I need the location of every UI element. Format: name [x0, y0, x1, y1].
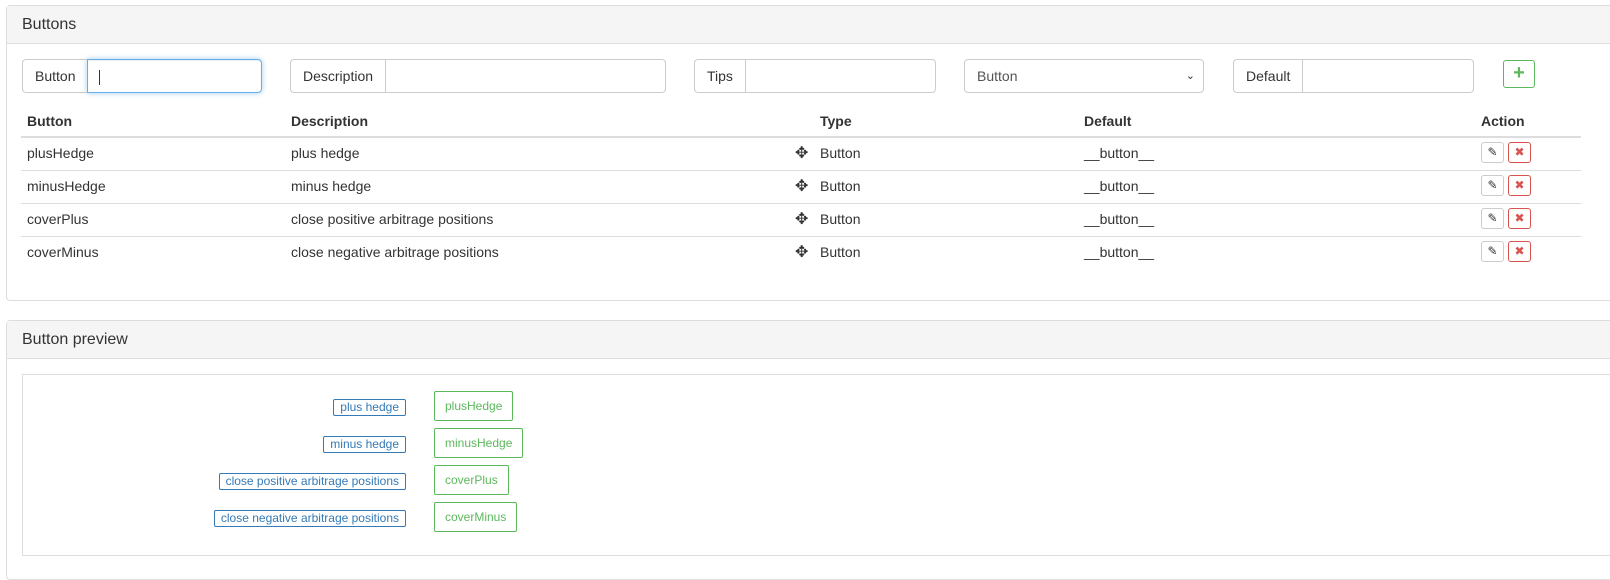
edit-button[interactable]: ✎: [1481, 207, 1504, 229]
default-input-group: Default: [1233, 59, 1475, 93]
header-description: Description: [291, 113, 369, 129]
default-field-label: Default: [1233, 59, 1303, 93]
pencil-icon: ✎: [1487, 177, 1498, 192]
plus-icon: +: [1513, 62, 1525, 84]
header-button: Button: [27, 113, 73, 129]
header-default: Default: [1084, 113, 1132, 129]
default-input[interactable]: [1302, 59, 1475, 93]
row-actions: ✎ ✖: [1481, 138, 1535, 169]
edit-button[interactable]: ✎: [1481, 141, 1504, 163]
type-select-value: Button: [977, 68, 1018, 84]
preview-button[interactable]: coverMinus: [434, 502, 518, 532]
edit-button[interactable]: ✎: [1481, 240, 1504, 262]
row-description: close negative arbitrage positions: [291, 244, 499, 260]
preview-panel: Button preview plus hedge plusHedge minu…: [6, 320, 1610, 580]
move-icon[interactable]: ✥: [795, 204, 808, 235]
row-description: close positive arbitrage positions: [291, 211, 494, 227]
tips-input[interactable]: [744, 59, 936, 93]
close-icon: ✖: [1514, 210, 1525, 225]
preview-button[interactable]: plusHedge: [434, 391, 514, 421]
row-description: minus hedge: [291, 178, 372, 194]
text-caret: [99, 69, 101, 85]
button-input-group: Button: [22, 59, 263, 93]
row-actions: ✎ ✖: [1481, 171, 1535, 202]
close-icon: ✖: [1514, 144, 1525, 159]
preview-box: plus hedge plusHedge minus hedge minusHe…: [22, 374, 1610, 556]
row-button-name: plusHedge: [27, 145, 94, 161]
row-default: __button__: [1084, 145, 1155, 161]
table-row: coverPlus close positive arbitrage posit…: [21, 204, 1581, 237]
edit-button[interactable]: ✎: [1481, 174, 1504, 196]
close-icon: ✖: [1514, 177, 1525, 192]
preview-row: minus hedge minusHedge: [23, 428, 623, 462]
tips-input-group: Tips: [694, 59, 936, 93]
delete-button[interactable]: ✖: [1508, 240, 1531, 262]
description-field-label: Description: [290, 59, 386, 93]
chevron-down-icon: ⌄: [1185, 70, 1195, 82]
row-type: Button: [820, 178, 861, 194]
preview-row: plus hedge plusHedge: [23, 391, 623, 425]
table-row: minusHedge minus hedge ✥ Button __button…: [21, 171, 1581, 204]
row-button-name: coverMinus: [27, 244, 99, 260]
preview-label: close positive arbitrage positions: [218, 473, 406, 490]
preview-button[interactable]: coverPlus: [434, 465, 509, 495]
row-default: __button__: [1084, 244, 1155, 260]
type-select[interactable]: Button ⌄: [964, 59, 1204, 93]
preview-label: minus hedge: [323, 436, 406, 453]
delete-button[interactable]: ✖: [1508, 141, 1531, 163]
row-type: Button: [820, 145, 861, 161]
description-input-group: Description: [290, 59, 667, 93]
row-type: Button: [820, 211, 861, 227]
row-button-name: minusHedge: [27, 178, 106, 194]
row-description: plus hedge: [291, 145, 360, 161]
row-button-name: coverPlus: [27, 211, 89, 227]
add-button[interactable]: +: [1503, 60, 1535, 88]
button-field-label: Button: [22, 59, 88, 93]
header-action: Action: [1481, 113, 1525, 129]
description-input[interactable]: [385, 59, 667, 93]
button-name-input[interactable]: [87, 59, 263, 93]
preview-row: close negative arbitrage positions cover…: [23, 502, 623, 536]
tips-field-label: Tips: [694, 59, 745, 93]
close-icon: ✖: [1514, 243, 1525, 258]
row-default: __button__: [1084, 178, 1155, 194]
move-icon[interactable]: ✥: [795, 237, 808, 268]
pencil-icon: ✎: [1487, 243, 1498, 258]
preview-label: close negative arbitrage positions: [213, 510, 406, 527]
move-icon[interactable]: ✥: [795, 171, 808, 202]
buttons-table: Button Description Type Default Action p…: [21, 110, 1581, 269]
row-actions: ✎ ✖: [1481, 204, 1535, 235]
preview-row: close positive arbitrage positions cover…: [23, 465, 623, 499]
table-row: plusHedge plus hedge ✥ Button __button__…: [21, 138, 1581, 171]
header-type: Type: [820, 113, 852, 129]
preview-label: plus hedge: [333, 399, 406, 416]
buttons-panel-title: Buttons: [7, 6, 1610, 44]
row-actions: ✎ ✖: [1481, 237, 1535, 268]
preview-button[interactable]: minusHedge: [434, 428, 524, 458]
delete-button[interactable]: ✖: [1508, 174, 1531, 196]
pencil-icon: ✎: [1487, 210, 1498, 225]
row-default: __button__: [1084, 211, 1155, 227]
button-form: Button Description Tips Button ⌄ Default: [7, 59, 1610, 93]
delete-button[interactable]: ✖: [1508, 207, 1531, 229]
pencil-icon: ✎: [1487, 144, 1498, 159]
row-type: Button: [820, 244, 861, 260]
move-icon[interactable]: ✥: [795, 138, 808, 169]
table-header: Button Description Type Default Action: [21, 110, 1581, 138]
table-row: coverMinus close negative arbitrage posi…: [21, 237, 1581, 269]
preview-panel-title: Button preview: [7, 321, 1610, 359]
buttons-panel: Buttons Button Description Tips Button ⌄…: [6, 5, 1610, 301]
